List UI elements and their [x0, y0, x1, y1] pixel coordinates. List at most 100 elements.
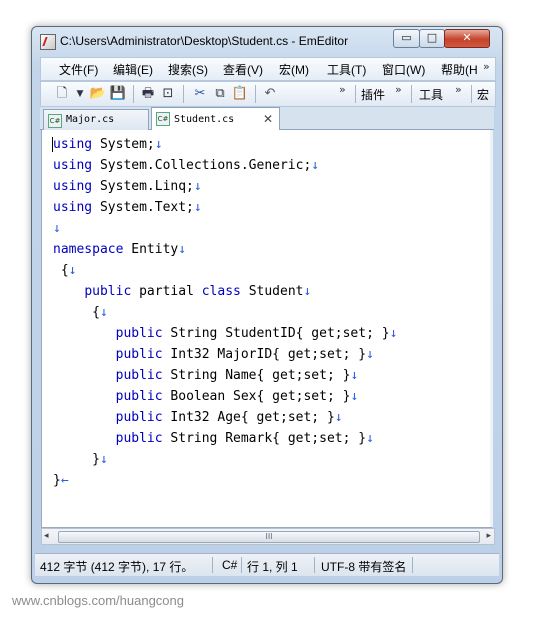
csharp-file-icon: C#	[48, 114, 62, 128]
tab-label: Student.cs	[174, 114, 235, 125]
code-line: using System.Text;↓	[53, 200, 202, 215]
code-line: {↓	[53, 263, 77, 278]
status-cursor-position[interactable]: 行 1, 列 1	[247, 558, 298, 575]
status-encoding[interactable]: UTF-8 带有签名	[321, 558, 406, 575]
code-editor[interactable]: using System;↓ using System.Collections.G…	[41, 130, 492, 528]
newline-mark: ↓	[366, 347, 374, 362]
code-line: public Int32 Age{ get;set; }↓	[115, 410, 343, 425]
newline-mark: ↓	[389, 326, 398, 341]
scrollbar-thumb[interactable]: III	[58, 531, 480, 543]
minimize-button[interactable]: ▭	[393, 29, 420, 48]
print-preview-icon[interactable]: ⊡	[159, 85, 177, 103]
code-line: public String StudentID{ get;set; }↓	[115, 326, 398, 341]
macro-toolbar-label[interactable]: 宏	[477, 86, 489, 103]
new-dropdown-arrow-icon[interactable]: ▼	[71, 85, 89, 103]
newline-mark: ↓	[99, 305, 108, 320]
toolbar-separator	[133, 85, 134, 103]
newline-mark: ↓	[311, 158, 320, 173]
code-line: namespace Entity↓	[53, 242, 187, 257]
newline-mark: ↓	[366, 431, 374, 446]
status-divider	[241, 557, 242, 573]
maximize-icon: □	[426, 31, 438, 44]
document-tab-bar: C# Major.cs C# Student.cs ✕	[40, 107, 494, 131]
status-language[interactable]: C#	[222, 558, 237, 572]
code-line: }←	[53, 473, 69, 488]
close-button[interactable]: ✕	[444, 29, 490, 48]
code-line: public String Remark{ get;set; }↓	[115, 431, 374, 446]
undo-icon[interactable]: ↶	[261, 85, 279, 103]
title-bar[interactable]: C:\Users\Administrator\Desktop\Student.c…	[32, 27, 502, 55]
newline-mark: ↓	[350, 389, 359, 404]
newline-mark: ↓	[193, 200, 202, 215]
paste-icon[interactable]: 📋	[231, 85, 249, 103]
status-file-size: 412 字节 (412 字节), 17 行。	[40, 560, 194, 574]
newline-mark: ↓	[193, 179, 202, 194]
tab-label: Major.cs	[66, 114, 115, 125]
newline-mark: ↓	[154, 137, 163, 152]
code-line: }↓	[53, 452, 108, 467]
menu-edit[interactable]: 编辑(E)	[113, 61, 153, 78]
menu-window[interactable]: 窗口(W)	[382, 61, 425, 78]
newline-mark: ↓	[334, 410, 343, 425]
open-folder-icon[interactable]: 📂	[89, 85, 107, 103]
menu-bar: 文件(F) 编辑(E) 搜索(S) 查看(V) 宏(M) 工具(T) 窗口(W)…	[40, 57, 496, 81]
newline-mark: ↓	[178, 242, 187, 257]
minimize-icon: ▭	[401, 31, 412, 44]
newline-mark: ↓	[53, 221, 61, 236]
menu-macro[interactable]: 宏(M)	[279, 61, 309, 78]
menu-overflow-chevron-icon[interactable]: »	[483, 60, 490, 73]
newline-mark: ↓	[303, 284, 312, 299]
toolbar-separator	[183, 85, 184, 103]
tab-student-cs[interactable]: C# Student.cs ✕	[151, 107, 280, 131]
code-line: public Int32 MajorID{ get;set; }↓	[115, 347, 374, 362]
menu-search[interactable]: 搜索(S)	[168, 61, 208, 78]
menu-view[interactable]: 查看(V)	[223, 61, 263, 78]
plugins-overflow-chevron-icon[interactable]: »	[395, 83, 402, 96]
toolbar-separator	[355, 85, 356, 103]
status-bar: 412 字节 (412 字节), 17 行。 C# 行 1, 列 1 UTF-8…	[35, 553, 499, 576]
close-icon: ✕	[462, 31, 472, 44]
tools-overflow-chevron-icon[interactable]: »	[455, 83, 462, 96]
toolbar-overflow-chevron-icon[interactable]: »	[339, 83, 346, 96]
toolbar: 🗋 ▼ 📂 💾 🖶 ⊡ ✂ ⧉ 📋 ↶ » 插件 » 工具 » 宏	[40, 81, 496, 107]
code-line: public partial class Student↓	[84, 284, 312, 299]
window-title: C:\Users\Administrator\Desktop\Student.c…	[60, 34, 349, 48]
code-line: public Boolean Sex{ get;set; }↓	[115, 389, 359, 404]
emeditor-app-icon[interactable]	[40, 34, 56, 50]
code-line: using System.Collections.Generic;↓	[53, 158, 320, 173]
tools-toolbar-label[interactable]: 工具	[419, 86, 443, 103]
end-of-file-mark: ←	[60, 473, 69, 488]
menu-help[interactable]: 帮助(H	[441, 61, 478, 78]
scroll-right-arrow-icon[interactable]: ▸	[486, 529, 491, 544]
scroll-left-arrow-icon[interactable]: ◂	[44, 529, 49, 544]
horizontal-scrollbar[interactable]: ◂ III ▸	[41, 528, 495, 545]
tab-major-cs[interactable]: C# Major.cs	[43, 109, 149, 130]
code-line: {↓	[53, 305, 108, 320]
print-icon[interactable]: 🖶	[139, 85, 157, 103]
toolbar-separator	[471, 85, 472, 103]
copy-icon[interactable]: ⧉	[211, 85, 229, 103]
csharp-file-icon: C#	[156, 112, 170, 126]
code-line: public String Name{ get;set; }↓	[115, 368, 359, 383]
editor-window: C:\Users\Administrator\Desktop\Student.c…	[31, 26, 503, 584]
code-line: ↓	[53, 221, 61, 237]
code-line: using System.Linq;↓	[53, 179, 202, 194]
status-divider	[314, 557, 315, 573]
newline-mark: ↓	[99, 452, 108, 467]
scrollbar-grip-icon: III	[265, 532, 273, 541]
tab-close-icon[interactable]: ✕	[263, 110, 273, 129]
maximize-button[interactable]: □	[419, 29, 445, 48]
code-line: using System;↓	[53, 137, 163, 152]
vertical-scrollbar-track[interactable]	[490, 130, 493, 527]
newline-mark: ↓	[350, 368, 359, 383]
newline-mark: ↓	[68, 263, 77, 278]
plugins-toolbar-label[interactable]: 插件	[361, 86, 385, 103]
toolbar-separator	[255, 85, 256, 103]
new-file-icon[interactable]: 🗋	[53, 85, 71, 103]
status-divider	[412, 557, 413, 573]
menu-file[interactable]: 文件(F)	[59, 61, 98, 78]
save-icon[interactable]: 💾	[109, 85, 127, 103]
menu-tools[interactable]: 工具(T)	[327, 61, 366, 78]
cut-icon[interactable]: ✂	[191, 85, 209, 103]
watermark-url: www.cnblogs.com/huangcong	[12, 593, 184, 608]
